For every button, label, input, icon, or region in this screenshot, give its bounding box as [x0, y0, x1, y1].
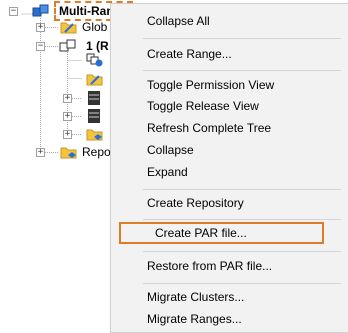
collapse-root-toggle[interactable]: − — [9, 7, 18, 16]
folder-badge-icon — [86, 126, 104, 142]
menu-item-collapse[interactable]: Collapse — [111, 139, 348, 161]
tree-node-label[interactable]: 1 (R — [86, 39, 109, 53]
server-icon — [86, 90, 104, 106]
menu-item-toggle-release-view[interactable]: Toggle Release View — [111, 95, 348, 117]
menu-item-toggle-permission-view[interactable]: Toggle Permission View — [111, 74, 348, 96]
collapse-range-toggle[interactable]: − — [36, 42, 45, 51]
menu-separator — [143, 219, 341, 220]
menu-separator — [143, 251, 341, 252]
context-menu: Collapse All Create Range... Toggle Perm… — [110, 3, 348, 333]
range-icon — [59, 38, 77, 54]
menu-item-create-par-file[interactable]: Create PAR file... — [119, 222, 324, 244]
multi-range-icon — [32, 3, 50, 19]
menu-separator — [143, 283, 341, 284]
menu-separator — [143, 38, 341, 39]
folder-wrench-icon — [60, 19, 78, 35]
menu-item-refresh-complete-tree[interactable]: Refresh Complete Tree — [111, 117, 348, 139]
expand-repository-toggle[interactable]: + — [36, 148, 45, 157]
menu-item-expand[interactable]: Expand — [111, 161, 348, 183]
menu-separator — [143, 70, 341, 71]
cluster-gear-icon — [86, 52, 104, 68]
menu-item-create-repository[interactable]: Create Repository — [111, 192, 348, 214]
expand-global-toggle[interactable]: + — [36, 23, 45, 32]
menu-item-restore-from-par-file[interactable]: Restore from PAR file... — [111, 255, 348, 277]
expand-node-toggle[interactable]: + — [63, 94, 72, 103]
expand-node-toggle[interactable]: + — [63, 130, 72, 139]
menu-item-create-range[interactable]: Create Range... — [111, 43, 348, 65]
menu-item-migrate-clusters[interactable]: Migrate Clusters... — [111, 286, 348, 308]
menu-item-collapse-all[interactable]: Collapse All — [111, 10, 348, 32]
folder-wrench-icon — [86, 71, 104, 87]
tree-node-label[interactable]: Repo — [82, 145, 111, 159]
repository-folder-icon — [60, 144, 78, 160]
tree-node-label[interactable]: Glob — [82, 20, 107, 34]
menu-item-migrate-ranges[interactable]: Migrate Ranges... — [111, 308, 348, 330]
menu-separator — [143, 189, 341, 190]
server-icon — [86, 108, 104, 124]
expand-node-toggle[interactable]: + — [63, 112, 72, 121]
